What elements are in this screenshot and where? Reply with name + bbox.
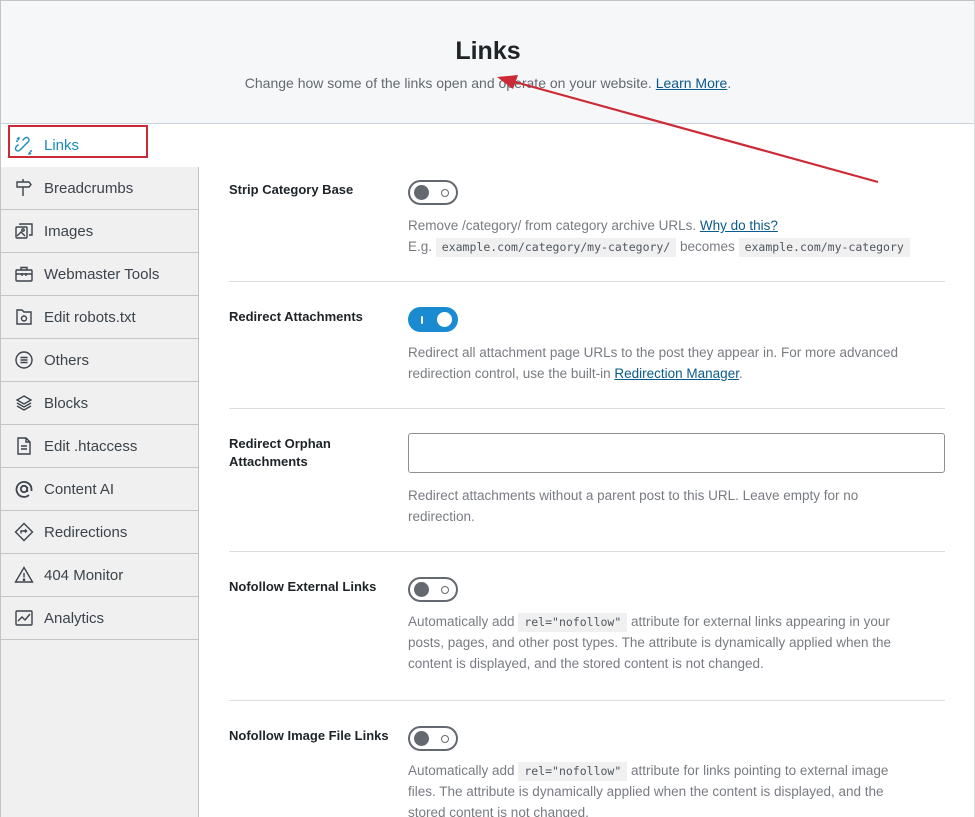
sidebar-item-blocks[interactable]: Blocks (1, 382, 198, 425)
sidebar-item-redirections[interactable]: Redirections (1, 511, 198, 554)
sidebar-item-label: Breadcrumbs (44, 179, 134, 197)
toggle-knob (414, 185, 429, 200)
why-do-this-link[interactable]: Why do this? (700, 218, 778, 233)
sidebar-item-label: Images (44, 222, 94, 240)
images-icon (13, 220, 35, 242)
sidebar-item-links[interactable]: Links (1, 124, 200, 167)
toolbox-icon (13, 263, 35, 285)
setting-nofollow-external-links: Nofollow External Links Automatically ad… (229, 577, 948, 678)
page-subtitle-text: Change how some of the links open and op… (244, 75, 652, 91)
robots-file-icon (13, 306, 35, 328)
page-header: Links Change how some of the links open … (1, 1, 974, 124)
sidebar-item-label: Edit .htaccess (44, 437, 138, 455)
analytics-chart-icon (13, 607, 35, 629)
divider (229, 281, 945, 282)
page-title: Links (455, 37, 521, 65)
divider (229, 700, 945, 701)
setting-description: Remove /category/ from category archive … (408, 215, 948, 257)
sidebar-item-analytics[interactable]: Analytics (1, 597, 198, 640)
toggle-on-indicator (421, 316, 423, 324)
settings-sidebar: Links Breadcrumbs Images Webmaster Tools… (1, 124, 200, 817)
description-text: Remove /category/ from category archive … (408, 218, 697, 233)
setting-label: Strip Category Base (229, 182, 354, 197)
sidebar-item-label: Edit robots.txt (44, 308, 136, 326)
setting-description: Redirect attachments without a parent po… (408, 485, 948, 527)
settings-main: Strip Category Base Remove /category/ fr… (200, 125, 974, 817)
example-prefix: E.g. (408, 239, 433, 254)
description-text: Automatically add (408, 763, 515, 778)
sidebar-item-label: Redirections (44, 523, 128, 541)
setting-nofollow-image-file-links: Nofollow Image File Links Automatically … (229, 726, 948, 817)
example-mid: becomes (680, 239, 735, 254)
setting-label: Redirect Orphan Attachments (229, 436, 331, 469)
redirect-diamond-icon (13, 521, 35, 543)
links-icon (13, 135, 35, 157)
setting-description: Automatically add rel="nofollow" attribu… (408, 760, 948, 817)
setting-label: Nofollow Image File Links (229, 728, 389, 743)
page-subtitle: Change how some of the links open and op… (1, 75, 974, 91)
sidebar-item-label: Others (44, 351, 90, 369)
redirect-orphan-url-input[interactable] (408, 433, 945, 473)
sidebar-item-others[interactable]: Others (1, 339, 198, 382)
list-circle-icon (13, 349, 35, 371)
description-text: Redirect all attachment page URLs to the… (408, 345, 899, 360)
sidebar-item-breadcrumbs[interactable]: Breadcrumbs (1, 167, 198, 210)
sidebar-item-edit-robots[interactable]: Edit robots.txt (1, 296, 198, 339)
setting-description: Automatically add rel="nofollow" attribu… (408, 611, 948, 674)
settings-page: Links Change how some of the links open … (0, 0, 975, 817)
blocks-icon (13, 392, 35, 414)
toggle-off-indicator (441, 735, 449, 743)
example-to-code: example.com/my-category (738, 238, 910, 257)
sidebar-item-label: Webmaster Tools (44, 265, 160, 283)
description-text: content is displayed, and the stored con… (408, 656, 764, 671)
setting-strip-category-base: Strip Category Base Remove /category/ fr… (229, 180, 948, 261)
setting-redirect-orphan-attachments: Redirect Orphan Attachments Redirect att… (229, 433, 948, 535)
sidebar-item-label: Content AI (44, 480, 115, 498)
nofollow-external-links-toggle[interactable] (408, 577, 458, 602)
description-text: Redirect attachments without a parent po… (408, 488, 859, 503)
sidebar-item-label: Analytics (44, 609, 105, 627)
sidebar-item-404-monitor[interactable]: 404 Monitor (1, 554, 198, 597)
divider (229, 551, 945, 552)
sidebar-item-label: 404 Monitor (44, 566, 124, 584)
rel-nofollow-code: rel="nofollow" (518, 613, 628, 632)
divider (229, 408, 945, 409)
strip-category-base-toggle[interactable] (408, 180, 458, 205)
description-text: redirection control, use the built-in (408, 366, 611, 381)
signpost-icon (13, 177, 35, 199)
document-icon (13, 435, 35, 457)
subtitle-period: . (727, 75, 732, 91)
sidebar-item-label: Links (44, 137, 80, 154)
redirect-attachments-toggle[interactable] (408, 307, 458, 332)
description-suffix: . (738, 366, 743, 381)
toggle-off-indicator (441, 189, 449, 197)
description-text: files. The attribute is dynamically appl… (408, 784, 884, 799)
example-from-code: example.com/category/my-category/ (435, 238, 677, 257)
setting-label: Nofollow External Links (229, 579, 377, 594)
description-text: Automatically add (408, 614, 515, 629)
toggle-knob (414, 731, 429, 746)
rel-nofollow-code: rel="nofollow" (518, 762, 628, 781)
redirection-manager-link[interactable]: Redirection Manager (614, 366, 739, 381)
nofollow-image-file-links-toggle[interactable] (408, 726, 458, 751)
sidebar-item-content-ai[interactable]: Content AI (1, 468, 198, 511)
content-ai-icon (13, 478, 35, 500)
learn-more-link[interactable]: Learn More (656, 75, 728, 91)
sidebar-item-edit-htaccess[interactable]: Edit .htaccess (1, 425, 198, 468)
description-text: posts, pages, and other post types. The … (408, 635, 892, 650)
description-text: attribute for links pointing to external… (631, 763, 889, 778)
setting-description: Redirect all attachment page URLs to the… (408, 342, 948, 384)
setting-label: Redirect Attachments (229, 309, 363, 324)
description-text: redirection. (408, 509, 475, 524)
setting-redirect-attachments: Redirect Attachments Redirect all attach… (229, 307, 948, 388)
sidebar-item-images[interactable]: Images (1, 210, 198, 253)
toggle-knob (437, 312, 452, 327)
description-text: stored content is not changed. (408, 805, 589, 817)
warning-triangle-icon (13, 564, 35, 586)
toggle-off-indicator (441, 586, 449, 594)
sidebar-item-label: Blocks (44, 394, 89, 412)
sidebar-item-webmaster-tools[interactable]: Webmaster Tools (1, 253, 198, 296)
toggle-knob (414, 582, 429, 597)
description-text: attribute for external links appearing i… (631, 614, 890, 629)
